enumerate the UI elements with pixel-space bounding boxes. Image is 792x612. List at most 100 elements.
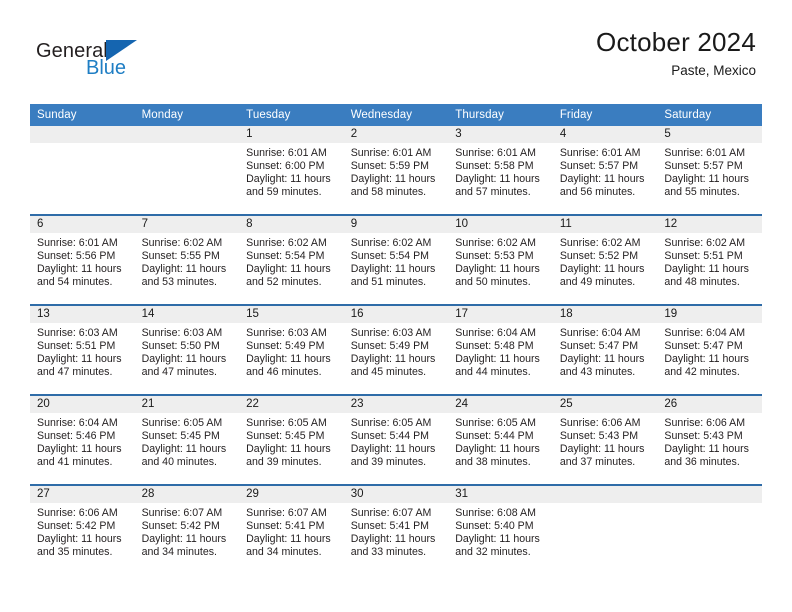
calendar-day[interactable]: 10 Sunrise: 6:02 AM Sunset: 5:53 PM Dayligh… <box>448 216 553 304</box>
calendar-day[interactable]: 15 Sunrise: 6:03 AM Sunset: 5:49 PM Dayligh… <box>239 306 344 394</box>
calendar-day[interactable]: 19 Sunrise: 6:04 AM Sunset: 5:47 PM Dayligh… <box>657 306 762 394</box>
day-number <box>134 126 240 143</box>
day-number: 31 <box>448 486 553 503</box>
page-title: October 2024 <box>596 27 756 57</box>
day-daylight-text: and 32 minutes. <box>455 546 531 559</box>
calendar-cell: 1 Sunrise: 6:01 AM Sunset: 6:00 PM Daylight… <box>239 126 344 215</box>
day-sunset-text: Sunset: 5:40 PM <box>455 520 534 533</box>
calendar-day[interactable]: 31 Sunrise: 6:08 AM Sunset: 5:40 PM Dayligh… <box>448 486 553 574</box>
calendar-week-row: 6 Sunrise: 6:01 AM Sunset: 5:56 PM Daylight… <box>30 214 762 305</box>
day-daylight-text: and 59 minutes. <box>246 186 322 199</box>
day-daylight-text: Daylight: 11 hours <box>37 443 122 456</box>
day-sunrise-text: Sunrise: 6:02 AM <box>350 237 432 249</box>
day-number: 9 <box>343 216 449 233</box>
calendar-cell: 6 Sunrise: 6:01 AM Sunset: 5:56 PM Daylight… <box>30 214 135 305</box>
calendar-day[interactable]: 20 Sunrise: 6:04 AM Sunset: 5:46 PM Dayligh… <box>30 396 135 484</box>
day-number: 26 <box>657 396 762 413</box>
weekday-header-saturday: Saturday <box>657 104 762 126</box>
calendar-day[interactable]: 2 Sunrise: 6:01 AM Sunset: 5:59 PM Daylight… <box>343 126 449 214</box>
calendar-day[interactable]: 26 Sunrise: 6:06 AM Sunset: 5:43 PM Dayligh… <box>657 396 762 484</box>
calendar-day[interactable]: 11 Sunrise: 6:02 AM Sunset: 5:52 PM Dayligh… <box>552 216 658 304</box>
day-details: Sunrise: 6:01 AM Sunset: 5:58 PM Daylight:… <box>448 143 553 199</box>
day-sunset-text: Sunset: 5:47 PM <box>664 340 743 353</box>
calendar-day[interactable]: 3 Sunrise: 6:01 AM Sunset: 5:58 PM Daylight… <box>448 126 553 214</box>
calendar-cell: 3 Sunrise: 6:01 AM Sunset: 5:58 PM Daylight… <box>448 126 553 215</box>
day-details: Sunrise: 6:07 AM Sunset: 5:41 PM Daylight:… <box>344 503 449 559</box>
calendar-day[interactable]: 16 Sunrise: 6:03 AM Sunset: 5:49 PM Dayligh… <box>343 306 449 394</box>
day-sunrise-text: Sunrise: 6:05 AM <box>350 417 432 429</box>
calendar-day[interactable]: 4 Sunrise: 6:01 AM Sunset: 5:57 PM Daylight… <box>552 126 658 214</box>
day-daylight-text: Daylight: 11 hours <box>455 533 540 546</box>
calendar-day[interactable]: 27 Sunrise: 6:06 AM Sunset: 5:42 PM Dayligh… <box>30 486 135 574</box>
day-daylight-text: and 56 minutes. <box>559 186 636 199</box>
day-daylight-text: Daylight: 11 hours <box>350 443 436 456</box>
calendar-day[interactable]: 25 Sunrise: 6:06 AM Sunset: 5:43 PM Dayligh… <box>552 396 658 484</box>
day-number: 3 <box>448 126 553 143</box>
calendar-day[interactable]: 30 Sunrise: 6:07 AM Sunset: 5:41 PM Dayligh… <box>343 486 449 574</box>
calendar-day[interactable]: 22 Sunrise: 6:05 AM Sunset: 5:45 PM Dayligh… <box>239 396 344 484</box>
day-number: 22 <box>239 396 344 413</box>
calendar-day[interactable]: 13 Sunrise: 6:03 AM Sunset: 5:51 PM Dayligh… <box>30 306 135 394</box>
day-daylight-text: Daylight: 11 hours <box>559 353 645 366</box>
day-number: 20 <box>30 396 135 413</box>
calendar-day[interactable]: 6 Sunrise: 6:01 AM Sunset: 5:56 PM Daylight… <box>30 216 135 304</box>
calendar-day[interactable]: 21 Sunrise: 6:05 AM Sunset: 5:45 PM Dayligh… <box>134 396 240 484</box>
day-daylight-text: and 53 minutes. <box>141 276 217 289</box>
day-daylight-text: Daylight: 11 hours <box>246 263 331 276</box>
day-daylight-text: Daylight: 11 hours <box>246 353 331 366</box>
day-sunset-text: Sunset: 5:57 PM <box>559 160 639 173</box>
calendar-day[interactable]: 29 Sunrise: 6:07 AM Sunset: 5:41 PM Dayligh… <box>239 486 344 574</box>
day-sunrise-text: Sunrise: 6:01 AM <box>559 147 641 159</box>
calendar-cell: 9 Sunrise: 6:02 AM Sunset: 5:54 PM Daylight… <box>343 214 449 305</box>
general-blue-logo[interactable]: General Blue <box>36 36 137 81</box>
day-daylight-text: and 34 minutes. <box>141 546 217 559</box>
day-details: Sunrise: 6:04 AM Sunset: 5:46 PM Daylight:… <box>30 413 135 469</box>
day-details: Sunrise: 6:02 AM Sunset: 5:54 PM Daylight:… <box>344 233 449 289</box>
day-daylight-text: Daylight: 11 hours <box>37 533 122 546</box>
day-daylight-text: and 47 minutes. <box>141 366 217 379</box>
calendar-day[interactable]: 23 Sunrise: 6:05 AM Sunset: 5:44 PM Dayligh… <box>343 396 449 484</box>
calendar-day[interactable]: 24 Sunrise: 6:05 AM Sunset: 5:44 PM Dayligh… <box>448 396 553 484</box>
day-details: Sunrise: 6:01 AM Sunset: 5:59 PM Daylight:… <box>344 143 449 199</box>
calendar-cell <box>134 126 240 215</box>
day-daylight-text: Daylight: 11 hours <box>664 263 749 276</box>
calendar-day[interactable]: 5 Sunrise: 6:01 AM Sunset: 5:57 PM Daylight… <box>657 126 762 214</box>
calendar-cell: 26 Sunrise: 6:06 AM Sunset: 5:43 PM Dayligh… <box>657 394 762 485</box>
day-details: Sunrise: 6:03 AM Sunset: 5:49 PM Daylight:… <box>239 323 344 379</box>
day-daylight-text: Daylight: 11 hours <box>455 353 540 366</box>
calendar-body: 1 Sunrise: 6:01 AM Sunset: 6:00 PM Daylight… <box>30 126 762 574</box>
calendar-day[interactable]: 7 Sunrise: 6:02 AM Sunset: 5:55 PM Daylight… <box>134 216 240 304</box>
day-details: Sunrise: 6:05 AM Sunset: 5:44 PM Daylight:… <box>448 413 553 469</box>
calendar-cell: 27 Sunrise: 6:06 AM Sunset: 5:42 PM Dayligh… <box>30 484 135 574</box>
day-sunset-text: Sunset: 5:43 PM <box>664 430 743 443</box>
day-sunrise-text: Sunrise: 6:04 AM <box>37 417 118 429</box>
day-details: Sunrise: 6:03 AM Sunset: 5:50 PM Daylight:… <box>135 323 240 379</box>
day-daylight-text: Daylight: 11 hours <box>455 173 540 186</box>
day-daylight-text: and 38 minutes. <box>455 456 531 469</box>
calendar-day[interactable]: 28 Sunrise: 6:07 AM Sunset: 5:42 PM Dayligh… <box>134 486 240 574</box>
calendar-cell: 25 Sunrise: 6:06 AM Sunset: 5:43 PM Dayligh… <box>552 394 658 485</box>
day-number: 24 <box>448 396 553 413</box>
calendar-day[interactable]: 18 Sunrise: 6:04 AM Sunset: 5:47 PM Dayligh… <box>552 306 658 394</box>
day-sunrise-text: Sunrise: 6:04 AM <box>455 327 536 339</box>
calendar-day[interactable]: 17 Sunrise: 6:04 AM Sunset: 5:48 PM Dayligh… <box>448 306 553 394</box>
calendar-cell: 19 Sunrise: 6:04 AM Sunset: 5:47 PM Dayligh… <box>657 304 762 395</box>
day-sunset-text: Sunset: 5:44 PM <box>350 430 430 443</box>
calendar-day[interactable]: 12 Sunrise: 6:02 AM Sunset: 5:51 PM Dayligh… <box>657 216 762 304</box>
day-daylight-text: Daylight: 11 hours <box>664 443 749 456</box>
calendar-day[interactable]: 14 Sunrise: 6:03 AM Sunset: 5:50 PM Dayligh… <box>134 306 240 394</box>
calendar-cell: 8 Sunrise: 6:02 AM Sunset: 5:54 PM Daylight… <box>239 214 344 305</box>
calendar-cell: 13 Sunrise: 6:03 AM Sunset: 5:51 PM Dayligh… <box>30 304 135 395</box>
calendar-day[interactable]: 1 Sunrise: 6:01 AM Sunset: 6:00 PM Daylight… <box>239 126 344 214</box>
day-details: Sunrise: 6:02 AM Sunset: 5:54 PM Daylight:… <box>239 233 344 289</box>
day-daylight-text: Daylight: 11 hours <box>664 353 749 366</box>
calendar-day[interactable]: 9 Sunrise: 6:02 AM Sunset: 5:54 PM Daylight… <box>343 216 449 304</box>
day-details: Sunrise: 6:04 AM Sunset: 5:47 PM Daylight:… <box>657 323 762 379</box>
day-daylight-text: Daylight: 11 hours <box>141 353 227 366</box>
calendar-day[interactable]: 8 Sunrise: 6:02 AM Sunset: 5:54 PM Daylight… <box>239 216 344 304</box>
day-sunrise-text: Sunrise: 6:02 AM <box>664 237 746 249</box>
day-sunrise-text: Sunrise: 6:06 AM <box>37 507 118 519</box>
day-sunrise-text: Sunrise: 6:02 AM <box>455 237 536 249</box>
day-sunset-text: Sunset: 5:41 PM <box>246 520 325 533</box>
calendar-cell <box>657 484 762 574</box>
